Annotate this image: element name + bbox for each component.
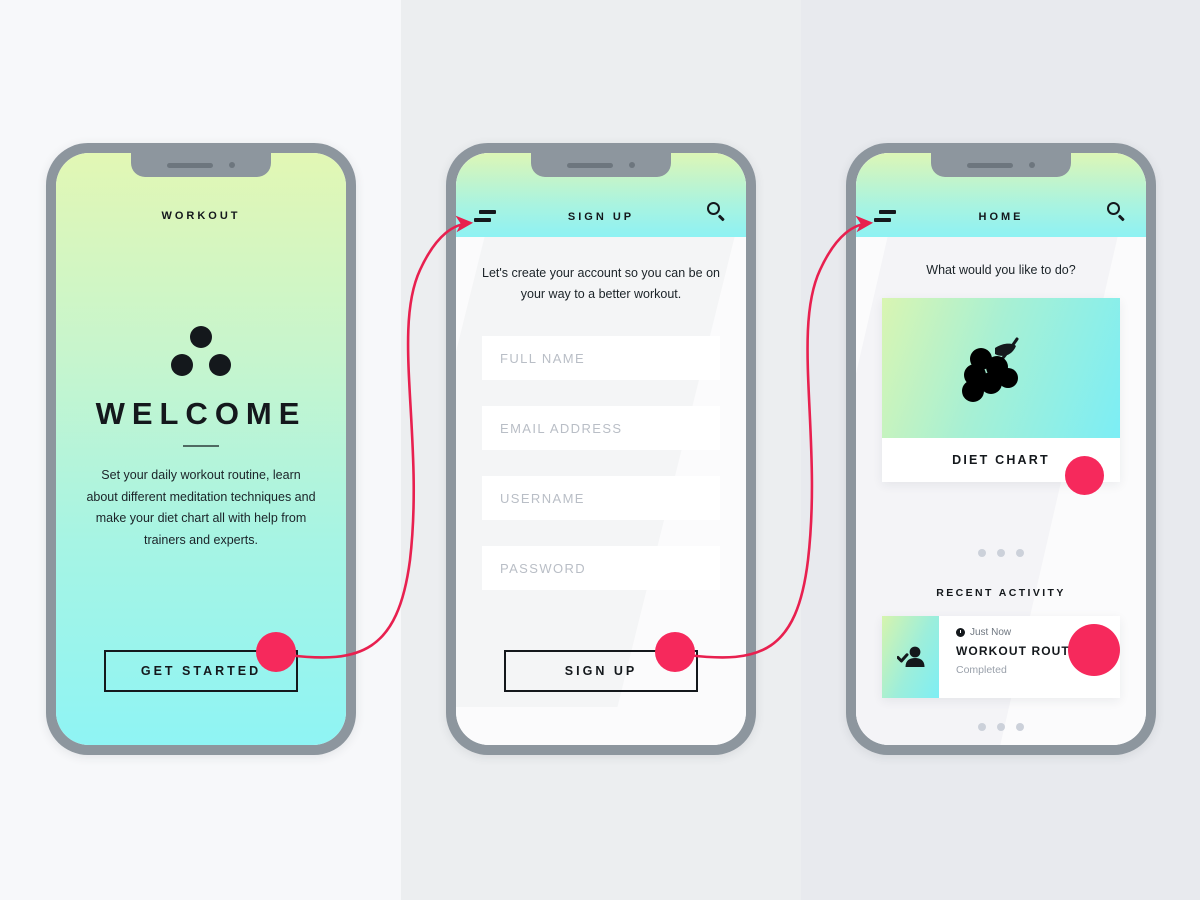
password-placeholder: PASSWORD [500, 560, 587, 576]
diet-chart-card[interactable]: DIET CHART [882, 298, 1120, 482]
three-dots-logo-icon [169, 326, 233, 378]
home-title: HOME [978, 211, 1024, 223]
phone-mockup-signup: SIGN UP Let's create your account so you… [446, 143, 756, 755]
carousel-dots-bottom[interactable] [856, 723, 1146, 731]
welcome-body-text: Set your daily workout routine, learn ab… [86, 468, 316, 547]
clock-icon [956, 628, 965, 637]
user-check-icon [896, 646, 924, 667]
recent-activity-label: RECENT ACTIVITY [936, 587, 1066, 599]
screen-signup: SIGN UP Let's create your account so you… [456, 153, 746, 745]
grapes-icon [962, 337, 1019, 402]
heading-divider [183, 445, 219, 447]
screen-welcome: WORKOUT WELCOME Set your daily workout r… [56, 153, 346, 745]
speaker-icon [167, 162, 213, 168]
activity-time-label: Just Now [970, 627, 1012, 638]
hotspot-get-started[interactable] [256, 632, 296, 672]
camera-icon [1029, 162, 1035, 168]
speaker-icon [967, 162, 1013, 168]
speaker-icon [567, 162, 613, 168]
decorative-sheen [456, 237, 735, 707]
home-question-text: What would you like to do? [926, 263, 1076, 277]
prototype-flow-canvas: WORKOUT WELCOME Set your daily workout r… [0, 0, 1200, 900]
carousel-dots-top[interactable] [856, 549, 1146, 557]
phone-notch [131, 153, 271, 177]
email-address-input[interactable]: EMAIL ADDRESS [482, 406, 720, 450]
email-address-placeholder: EMAIL ADDRESS [500, 420, 623, 436]
hotspot-sign-up[interactable] [655, 632, 695, 672]
hamburger-menu-icon[interactable] [474, 209, 496, 223]
search-icon[interactable] [1106, 201, 1128, 223]
hamburger-menu-icon[interactable] [874, 209, 896, 223]
diet-chart-label: DIET CHART [952, 453, 1050, 467]
camera-icon [229, 162, 235, 168]
hotspot-workout-routine[interactable] [1068, 624, 1120, 676]
phone-mockup-welcome: WORKOUT WELCOME Set your daily workout r… [46, 143, 356, 755]
camera-icon [629, 162, 635, 168]
search-icon[interactable] [706, 201, 728, 223]
hotspot-diet-chart[interactable] [1065, 456, 1104, 495]
phone-notch [531, 153, 671, 177]
full-name-input[interactable]: FULL NAME [482, 336, 720, 380]
diet-chart-card-media [882, 298, 1120, 438]
activity-thumbnail [882, 616, 939, 698]
username-input[interactable]: USERNAME [482, 476, 720, 520]
full-name-placeholder: FULL NAME [500, 350, 586, 366]
welcome-heading: WELCOME [95, 396, 307, 431]
password-input[interactable]: PASSWORD [482, 546, 720, 590]
sign-up-label: SIGN UP [564, 664, 638, 678]
welcome-status-title: WORKOUT [161, 210, 241, 222]
username-placeholder: USERNAME [500, 490, 585, 506]
signup-intro-text: Let's create your account so you can be … [482, 266, 720, 301]
phone-notch [931, 153, 1071, 177]
get-started-label: GET STARTED [140, 664, 262, 678]
signup-title: SIGN UP [567, 211, 635, 223]
